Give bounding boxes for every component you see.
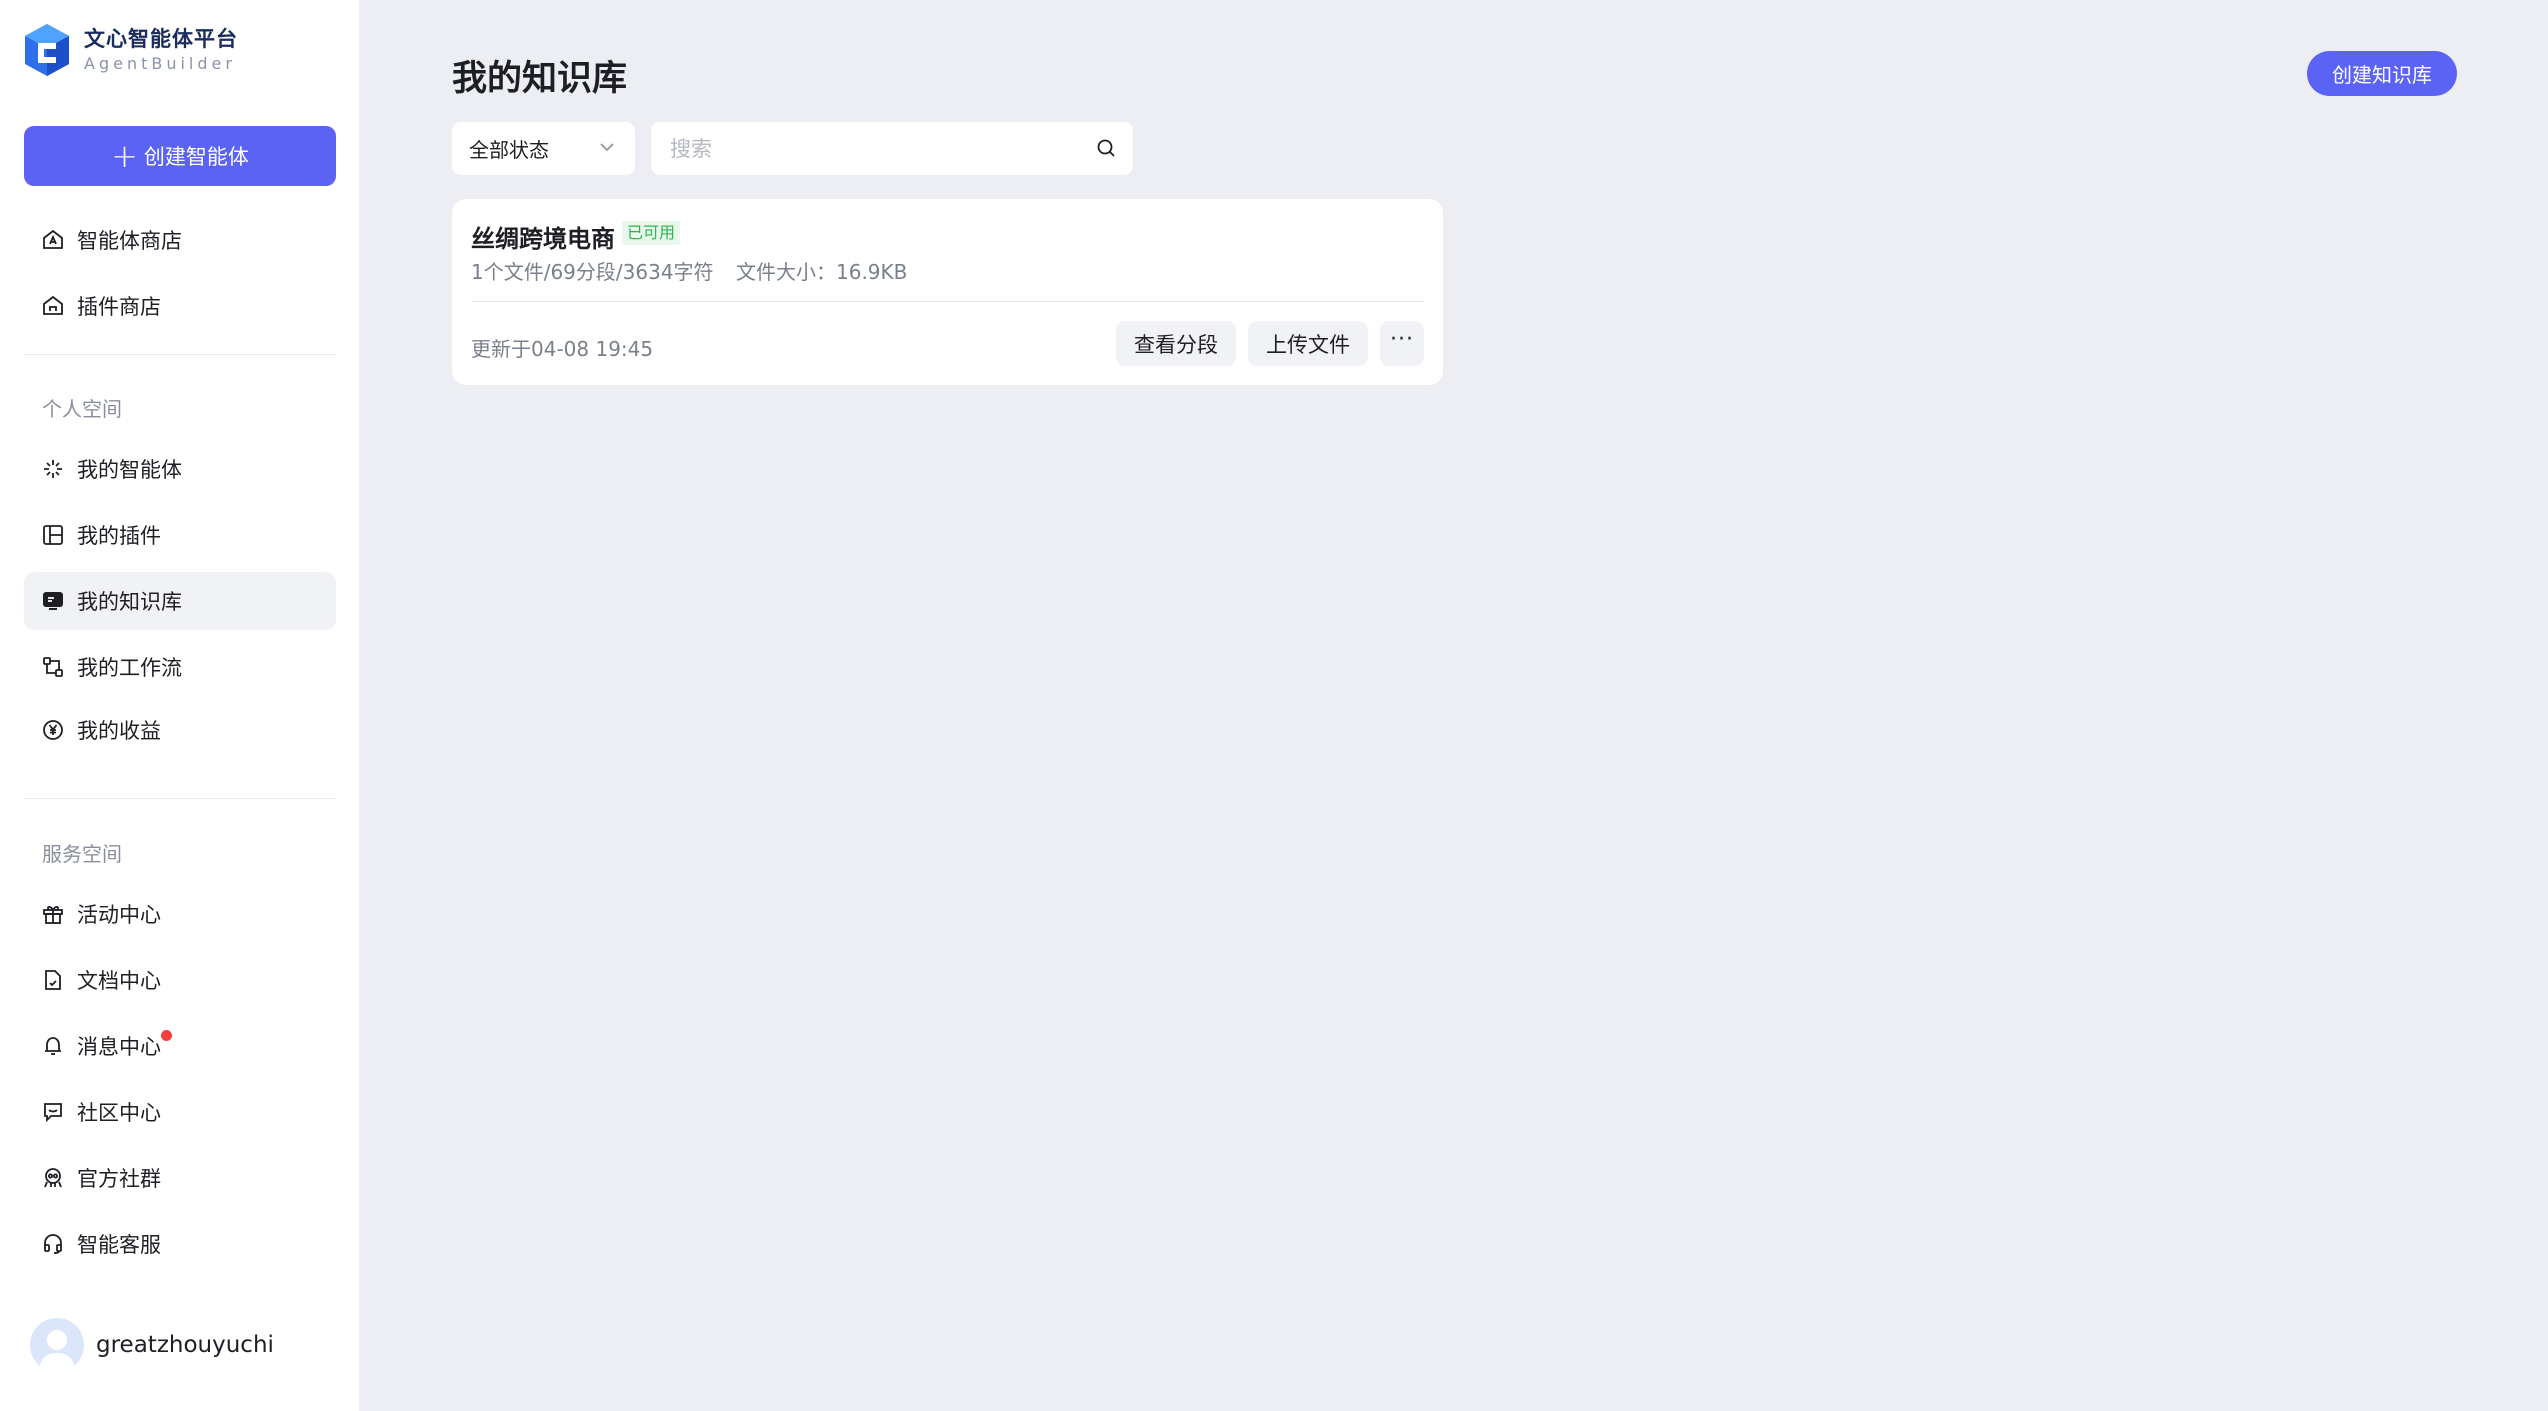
sidebar-item-label: 我的工作流 <box>77 656 182 680</box>
sidebar-item-my-plugins[interactable]: 我的插件 <box>24 506 336 564</box>
app-title: 文心智能体平台 <box>84 27 238 51</box>
sidebar-item-message-center[interactable]: 消息中心 <box>24 1017 336 1075</box>
status-filter-select[interactable]: 全部状态 <box>452 122 635 175</box>
sidebar-item-label: 活动中心 <box>77 903 161 927</box>
view-segments-button[interactable]: 查看分段 <box>1116 321 1236 366</box>
sidebar-item-doc-center[interactable]: 文档中心 <box>24 951 336 1009</box>
more-icon: ··· <box>1390 326 1414 352</box>
search-input[interactable] <box>651 122 1071 175</box>
sidebar-item-label: 文档中心 <box>77 969 161 993</box>
sidebar-item-label: 官方社群 <box>77 1167 161 1191</box>
sidebar-item-label: 插件商店 <box>77 295 161 319</box>
headset-icon <box>41 1232 65 1256</box>
username: greatzhouyuchi <box>96 1332 274 1358</box>
plugin-store-icon <box>41 294 65 318</box>
knowledge-base-name: 丝绸跨境电商 <box>471 225 615 253</box>
sidebar-item-my-earnings[interactable]: 我的收益 <box>24 701 336 759</box>
community-icon <box>41 1166 65 1190</box>
knowledge-icon <box>41 589 65 613</box>
sidebar-item-plugin-store[interactable]: 插件商店 <box>24 277 336 335</box>
sidebar-item-label: 智能客服 <box>77 1233 161 1257</box>
logo[interactable]: 文心智能体平台 AgentBuilder <box>22 22 238 78</box>
sidebar-item-my-agents[interactable]: 我的智能体 <box>24 440 336 498</box>
sidebar-item-label: 我的智能体 <box>77 458 182 482</box>
sidebar-item-my-knowledge[interactable]: 我的知识库 <box>24 572 336 630</box>
sidebar-item-label: 消息中心 <box>77 1035 161 1059</box>
sidebar-item-my-workflows[interactable]: 我的工作流 <box>24 638 336 696</box>
yen-icon <box>41 718 65 742</box>
logo-icon <box>25 24 69 76</box>
knowledge-base-card[interactable]: 丝绸跨境电商 已可用 1个文件/69分段/3634字符 文件大小：16.9KB … <box>452 199 1443 385</box>
sidebar-item-agent-store[interactable]: 智能体商店 <box>24 211 336 269</box>
create-knowledge-base-button[interactable]: 创建知识库 <box>2307 51 2457 96</box>
search-icon[interactable] <box>1095 137 1117 159</box>
user-profile[interactable]: greatzhouyuchi <box>30 1318 274 1372</box>
knowledge-base-size: 文件大小：16.9KB <box>736 260 908 284</box>
plugin-icon <box>41 523 65 547</box>
workflow-icon <box>41 655 65 679</box>
sidebar-item-label: 我的收益 <box>77 719 161 743</box>
more-options-button[interactable]: ··· <box>1380 321 1424 366</box>
chat-icon <box>41 1100 65 1124</box>
knowledge-base-updated: 更新于04-08 19:45 <box>471 337 654 361</box>
divider <box>24 798 336 799</box>
sidebar-item-activity-center[interactable]: 活动中心 <box>24 885 336 943</box>
avatar <box>30 1318 84 1372</box>
upload-file-button[interactable]: 上传文件 <box>1248 321 1368 366</box>
search-box <box>651 122 1133 175</box>
status-badge: 已可用 <box>622 221 681 245</box>
sidebar-item-label: 我的插件 <box>77 524 161 548</box>
section-personal: 个人空间 <box>42 397 122 421</box>
page-title: 我的知识库 <box>452 59 628 99</box>
section-service: 服务空间 <box>42 842 122 866</box>
sparkle-icon <box>41 457 65 481</box>
knowledge-base-stats: 1个文件/69分段/3634字符 <box>471 260 714 284</box>
chevron-down-icon <box>600 143 614 152</box>
divider <box>24 354 336 355</box>
create-agent-label: 创建智能体 <box>143 145 249 169</box>
sidebar-item-label: 社区中心 <box>77 1101 161 1125</box>
store-icon <box>41 228 65 252</box>
card-divider <box>471 301 1424 302</box>
document-icon <box>41 968 65 992</box>
sidebar: 文心智能体平台 AgentBuilder + 创建智能体 智能体商店 插件商店 … <box>0 0 359 1411</box>
sidebar-item-community-center[interactable]: 社区中心 <box>24 1083 336 1141</box>
status-filter-value: 全部状态 <box>469 138 549 162</box>
sidebar-item-label: 智能体商店 <box>77 229 182 253</box>
app-subtitle: AgentBuilder <box>84 54 236 73</box>
create-agent-button[interactable]: + 创建智能体 <box>24 126 336 186</box>
sidebar-item-official-group[interactable]: 官方社群 <box>24 1149 336 1207</box>
sidebar-item-label: 我的知识库 <box>77 590 182 614</box>
plus-icon: + <box>111 137 138 175</box>
sidebar-item-smart-service[interactable]: 智能客服 <box>24 1215 336 1273</box>
notification-dot <box>161 1030 172 1041</box>
gift-icon <box>41 902 65 926</box>
bell-icon <box>41 1034 65 1058</box>
